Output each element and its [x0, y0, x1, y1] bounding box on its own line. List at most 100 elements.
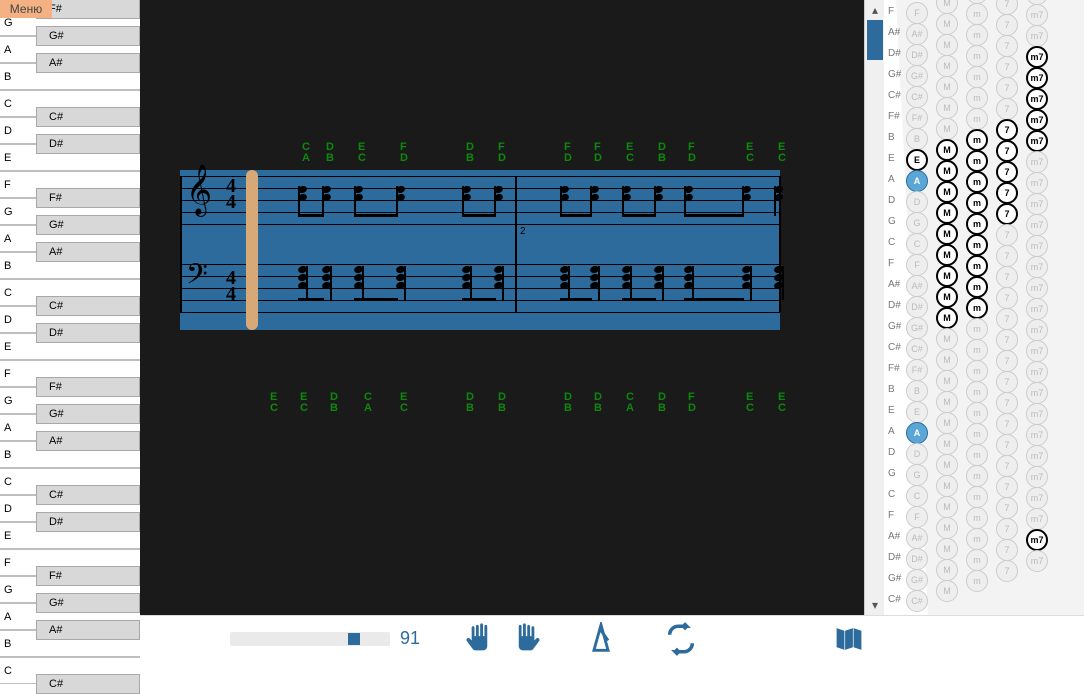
bass-button[interactable]: M: [936, 76, 958, 98]
bass-button[interactable]: m: [966, 129, 988, 151]
bass-button[interactable]: m7: [1026, 193, 1048, 215]
piano-black-key[interactable]: F#: [36, 566, 140, 586]
metronome-icon[interactable]: [584, 622, 618, 656]
bass-button[interactable]: D#: [906, 44, 928, 66]
piano-black-key[interactable]: F#: [36, 188, 140, 208]
bass-button[interactable]: M: [936, 412, 958, 434]
bass-button[interactable]: D#: [906, 548, 928, 570]
bass-button[interactable]: m7: [1026, 67, 1048, 89]
piano-black-key[interactable]: A#: [36, 620, 140, 640]
bass-button[interactable]: 7: [996, 56, 1018, 78]
bass-button[interactable]: m: [966, 402, 988, 424]
bass-button[interactable]: m7: [1026, 529, 1048, 551]
bass-button[interactable]: m7: [1026, 130, 1048, 152]
bass-button[interactable]: m7: [1026, 445, 1048, 467]
bass-button[interactable]: G#: [906, 65, 928, 87]
bass-button[interactable]: 7: [996, 455, 1018, 477]
loop-icon[interactable]: [664, 622, 698, 656]
scroll-up-icon[interactable]: ▴: [865, 0, 884, 20]
bass-button[interactable]: A#: [906, 23, 928, 45]
bass-button[interactable]: m7: [1026, 487, 1048, 509]
bass-button[interactable]: M: [936, 160, 958, 182]
bass-button[interactable]: M: [936, 202, 958, 224]
score-vertical-scrollbar[interactable]: ▴ ▾: [864, 0, 884, 615]
piano-keyboard[interactable]: FF#GG#AA#BCC#DD#EFF#GG#AA#BCC#DD#EFF#GG#…: [0, 0, 140, 661]
bass-button[interactable]: 7: [996, 245, 1018, 267]
bass-button[interactable]: M: [936, 580, 958, 602]
bass-button[interactable]: m7: [1026, 550, 1048, 572]
bass-button[interactable]: 7: [996, 182, 1018, 204]
bass-button[interactable]: B: [906, 128, 928, 150]
bass-button[interactable]: m: [966, 276, 988, 298]
bass-button[interactable]: M: [936, 265, 958, 287]
bass-button[interactable]: C#: [906, 86, 928, 108]
bass-button[interactable]: m: [966, 150, 988, 172]
bass-button[interactable]: 7: [996, 287, 1018, 309]
slider-knob[interactable]: [348, 633, 360, 645]
piano-black-key[interactable]: C#: [36, 485, 140, 505]
bass-button[interactable]: m: [966, 297, 988, 319]
bass-button[interactable]: G#: [906, 569, 928, 591]
bass-button[interactable]: C: [906, 485, 928, 507]
piano-black-key[interactable]: G#: [36, 215, 140, 235]
bass-button[interactable]: C#: [906, 338, 928, 360]
bass-button[interactable]: 7: [996, 14, 1018, 36]
bass-button[interactable]: m: [966, 108, 988, 130]
bass-button[interactable]: B: [906, 380, 928, 402]
bass-button[interactable]: E: [906, 149, 928, 171]
bass-button[interactable]: m7: [1026, 382, 1048, 404]
piano-black-key[interactable]: G#: [36, 404, 140, 424]
bass-button[interactable]: A#: [906, 275, 928, 297]
bass-button[interactable]: m7: [1026, 214, 1048, 236]
bass-button[interactable]: F: [906, 2, 928, 24]
piano-black-key[interactable]: C#: [36, 296, 140, 316]
bass-button[interactable]: m7: [1026, 109, 1048, 131]
map-icon[interactable]: [832, 622, 866, 656]
bass-button[interactable]: m: [966, 45, 988, 67]
bass-button[interactable]: m7: [1026, 4, 1048, 26]
bass-button[interactable]: m: [966, 66, 988, 88]
bass-button[interactable]: m: [966, 234, 988, 256]
bass-button[interactable]: D: [906, 443, 928, 465]
piano-black-key[interactable]: C#: [36, 674, 140, 694]
bass-button[interactable]: M: [936, 559, 958, 581]
piano-black-key[interactable]: C#: [36, 107, 140, 127]
bass-button[interactable]: m: [966, 444, 988, 466]
bass-button[interactable]: m: [966, 549, 988, 571]
bass-button[interactable]: m7: [1026, 88, 1048, 110]
bass-button[interactable]: M: [936, 433, 958, 455]
bass-button[interactable]: A: [906, 422, 928, 444]
bass-button[interactable]: M: [936, 391, 958, 413]
bass-button[interactable]: 7: [996, 329, 1018, 351]
bass-button[interactable]: m7: [1026, 403, 1048, 425]
bass-button[interactable]: D#: [906, 296, 928, 318]
menu-button[interactable]: Меню: [0, 0, 52, 18]
piano-black-key[interactable]: D#: [36, 323, 140, 343]
piano-black-key[interactable]: G#: [36, 593, 140, 613]
bass-button[interactable]: C: [906, 233, 928, 255]
bass-button[interactable]: 7: [996, 350, 1018, 372]
bass-button[interactable]: m: [966, 213, 988, 235]
scroll-down-icon[interactable]: ▾: [865, 595, 884, 615]
bass-button[interactable]: 7: [996, 371, 1018, 393]
bass-button[interactable]: m7: [1026, 319, 1048, 341]
score-sheet[interactable]: 𝄞 𝄢 44 44 1 2: [180, 170, 780, 330]
piano-black-key[interactable]: A#: [36, 431, 140, 451]
bass-button[interactable]: M: [936, 55, 958, 77]
bass-button[interactable]: m7: [1026, 25, 1048, 47]
bass-button[interactable]: M: [936, 97, 958, 119]
bass-button[interactable]: 7: [996, 497, 1018, 519]
bass-button[interactable]: m: [966, 24, 988, 46]
bass-button[interactable]: M: [936, 370, 958, 392]
piano-black-key[interactable]: F#: [36, 377, 140, 397]
bass-button[interactable]: M: [936, 538, 958, 560]
scroll-thumb[interactable]: [867, 20, 883, 60]
bass-button[interactable]: F: [906, 254, 928, 276]
bass-button[interactable]: M: [936, 34, 958, 56]
bass-button[interactable]: M: [936, 328, 958, 350]
bass-button[interactable]: 7: [996, 77, 1018, 99]
bass-button[interactable]: A#: [906, 527, 928, 549]
bass-button[interactable]: m: [966, 381, 988, 403]
bass-button[interactable]: M: [936, 517, 958, 539]
bass-button[interactable]: m7: [1026, 424, 1048, 446]
